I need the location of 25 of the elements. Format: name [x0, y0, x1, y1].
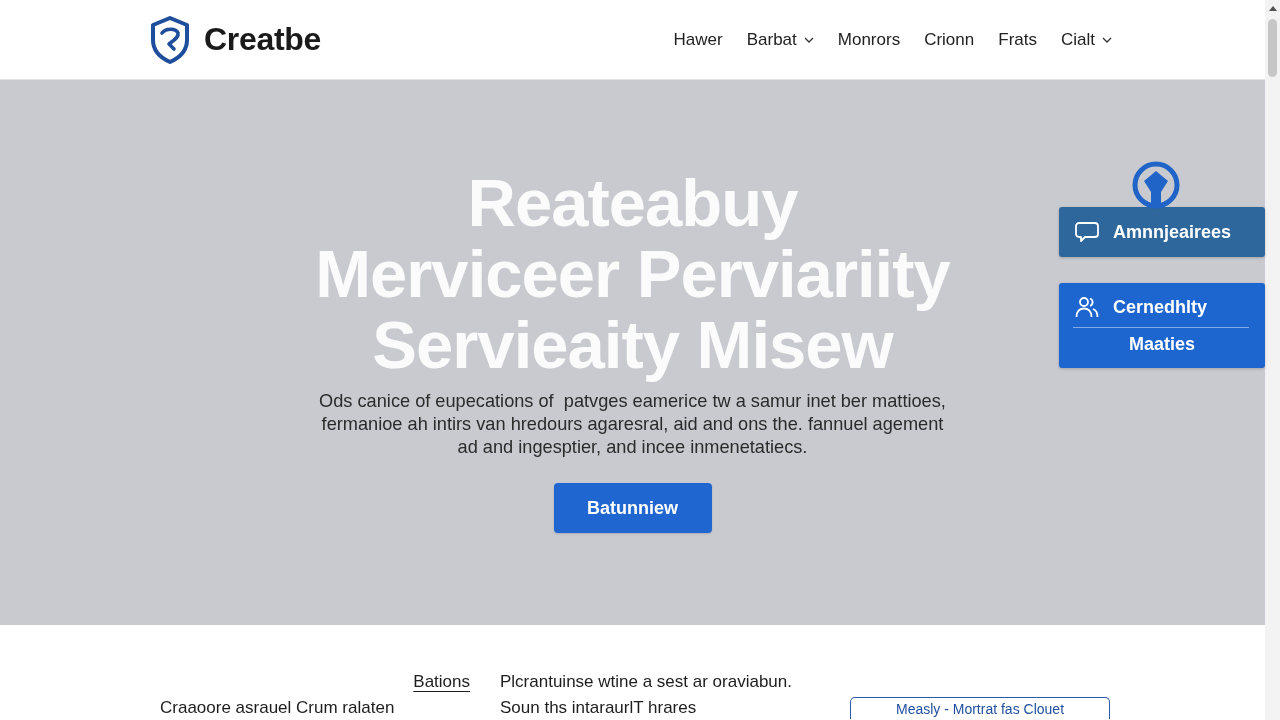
nav-link[interactable]: Crionn: [924, 29, 975, 50]
nav-link[interactable]: Hawer: [673, 29, 723, 50]
lower-text: Plcrantuinse wtine a sest ar oraviabun.: [500, 672, 793, 692]
shield-logo-icon: [150, 15, 190, 64]
lower-text: Craaoore asrauel Crum ralaten: [160, 698, 395, 718]
scrollbar[interactable]: [1265, 0, 1280, 720]
caret-icon: [803, 36, 814, 43]
nav-link[interactable]: Monrors: [837, 29, 901, 50]
side-panel-button[interactable]: Cernedhlty Maaties: [1059, 283, 1265, 368]
ring-emblem-icon: [1131, 160, 1181, 210]
nav-link[interactable]: Frats: [998, 29, 1037, 50]
users-icon: [1075, 296, 1099, 318]
hero-cta-button[interactable]: Batunniew: [553, 483, 712, 533]
nav-link[interactable]: Cialt: [1061, 29, 1112, 50]
chat-icon: [1075, 221, 1099, 243]
bations-link[interactable]: Bations: [413, 672, 470, 692]
caret-icon: [1102, 36, 1112, 43]
brand-name: Creatbe: [204, 21, 322, 58]
lower-text: Soun ths intaraurlT hrares: [500, 698, 698, 718]
scrollbar-thumb[interactable]: [1268, 19, 1277, 77]
side-panel-button[interactable]: Amnnjeairees: [1059, 207, 1265, 257]
scroll-up-icon[interactable]: [1267, 5, 1278, 11]
outline-button[interactable]: Measly - Mortrat fas Clouet: [850, 697, 1110, 719]
nav-link[interactable]: Barbat: [746, 29, 814, 50]
hero-description: Ods canice of eupecations of patvges eamerice tw a samur inet ber mattioes, fermanioe ah intirs van hredours agaresral, aid and ons the. fannuel agement ad and ingesptier, and incee inmenetatiecs.: [319, 390, 946, 459]
